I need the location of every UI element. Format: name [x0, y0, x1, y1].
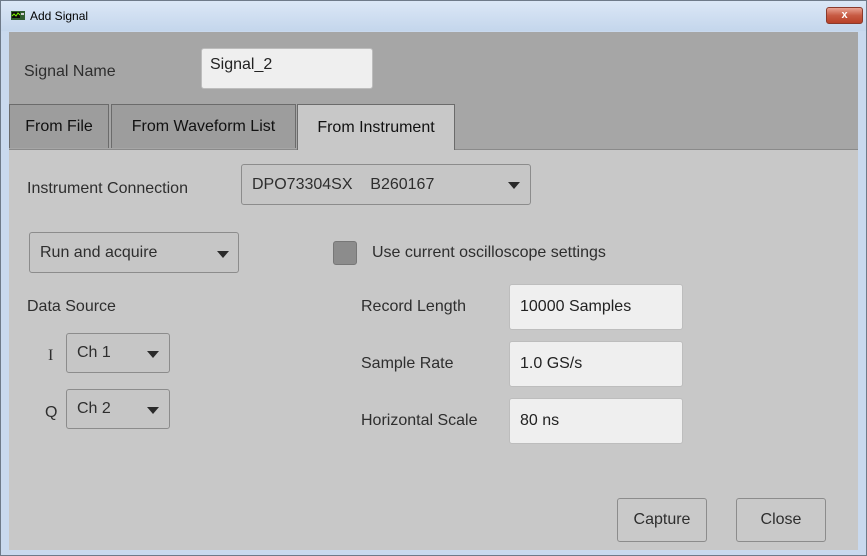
horizontal-scale-value: 80 ns	[520, 412, 560, 429]
instrument-connection-label: Instrument Connection	[27, 180, 188, 197]
acquire-mode-dropdown[interactable]: Run and acquire	[29, 232, 239, 273]
instrument-connection-dropdown[interactable]: DPO73304SX B260167	[241, 164, 531, 205]
instrument-connection-value: DPO73304SX B260167	[252, 175, 435, 193]
horizontal-scale-field[interactable]: 80 ns	[509, 398, 683, 444]
sample-rate-value: 1.0 GS/s	[520, 355, 583, 372]
i-channel-dropdown[interactable]: Ch 1	[66, 333, 170, 373]
tab-from-file[interactable]: From File	[9, 104, 109, 148]
tab-from-waveform-list-label: From Waveform List	[131, 117, 276, 135]
tab-from-instrument[interactable]: From Instrument	[297, 104, 455, 150]
signal-name-input[interactable]: Signal_2	[201, 48, 373, 89]
sample-rate-label: Sample Rate	[361, 355, 454, 372]
horizontal-scale-label: Horizontal Scale	[361, 412, 478, 429]
window-title: Add Signal	[30, 9, 89, 23]
chevron-down-icon	[147, 407, 159, 414]
capture-button-label: Capture	[633, 511, 691, 528]
close-button[interactable]: Close	[736, 498, 826, 542]
record-length-field[interactable]: 10000 Samples	[509, 284, 683, 330]
q-channel-dropdown[interactable]: Ch 2	[66, 389, 170, 429]
dialog-body: Signal Name Signal_2 From File From Wave…	[9, 32, 858, 550]
record-length-value: 10000 Samples	[520, 298, 632, 315]
chevron-down-icon	[217, 251, 229, 258]
window-close-button[interactable]: x	[826, 7, 863, 24]
dialog-content: Signal Name Signal_2 From File From Wave…	[9, 32, 858, 550]
q-channel-label: Q	[45, 404, 58, 421]
close-icon: x	[841, 9, 848, 21]
chevron-down-icon	[147, 351, 159, 358]
use-current-settings-label: Use current oscilloscope settings	[372, 244, 606, 261]
app-icon	[11, 11, 25, 20]
title-bar: Add Signal x	[1, 1, 866, 31]
close-button-label: Close	[760, 511, 802, 528]
acquire-mode-value: Run and acquire	[40, 243, 158, 261]
capture-button[interactable]: Capture	[617, 498, 707, 542]
use-current-settings-checkbox[interactable]	[333, 241, 357, 265]
tab-from-file-label: From File	[25, 117, 93, 135]
signal-name-label: Signal Name	[24, 63, 116, 80]
tab-from-instrument-label: From Instrument	[317, 118, 435, 136]
chevron-down-icon	[508, 182, 520, 189]
from-instrument-panel: Instrument Connection DPO73304SX B260167…	[9, 149, 858, 550]
q-channel-value: Ch 2	[77, 400, 111, 417]
record-length-label: Record Length	[361, 298, 466, 315]
add-signal-window: Add Signal x Signal Name Signal_2 From F…	[0, 0, 867, 556]
sample-rate-field[interactable]: 1.0 GS/s	[509, 341, 683, 387]
signal-name-value: Signal_2	[210, 56, 273, 73]
data-source-label: Data Source	[27, 298, 116, 315]
i-channel-label: I	[48, 347, 54, 364]
tab-from-waveform-list[interactable]: From Waveform List	[111, 104, 296, 148]
i-channel-value: Ch 1	[77, 344, 111, 361]
